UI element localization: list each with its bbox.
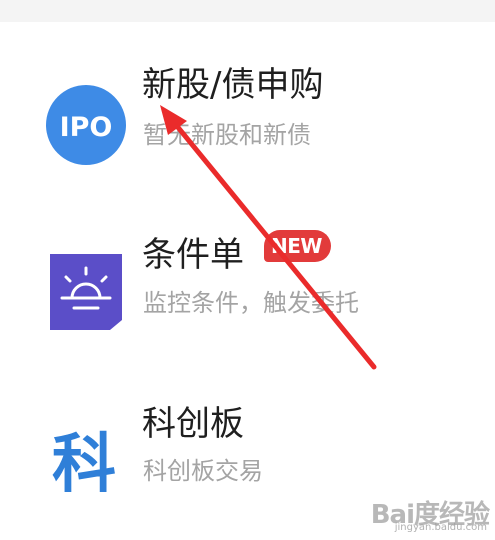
menu-item-title: 条件单 [142, 235, 244, 275]
kechuang-icon: 科 [46, 420, 126, 502]
menu-item-subtitle: 科创板交易 [143, 457, 263, 485]
menu-item-condition-order[interactable]: 条件单 NEW 监控条件，触发委托 [0, 222, 495, 352]
menu-item-subtitle: 暂无新股和新债 [143, 121, 311, 149]
ipo-icon: IPO [46, 85, 126, 165]
top-separator-band [0, 0, 495, 22]
watermark-url: jingyan.baidu.com [394, 522, 487, 533]
menu-item-title: 新股/债申购 [142, 65, 324, 105]
menu-item-title: 科创板 [142, 404, 244, 444]
baidu-watermark: Bai度经验 jingyan.baidu.com [349, 494, 490, 534]
lightbulb-icon [46, 252, 126, 332]
menu-item-subtitle: 监控条件，触发委托 [143, 289, 359, 317]
kechuang-icon-glyph: 科 [52, 428, 116, 500]
ipo-icon-text: IPO [60, 112, 113, 143]
new-badge: NEW [264, 230, 331, 262]
menu-item-ipo[interactable]: IPO 新股/债申购 暂无新股和新债 [0, 52, 495, 182]
